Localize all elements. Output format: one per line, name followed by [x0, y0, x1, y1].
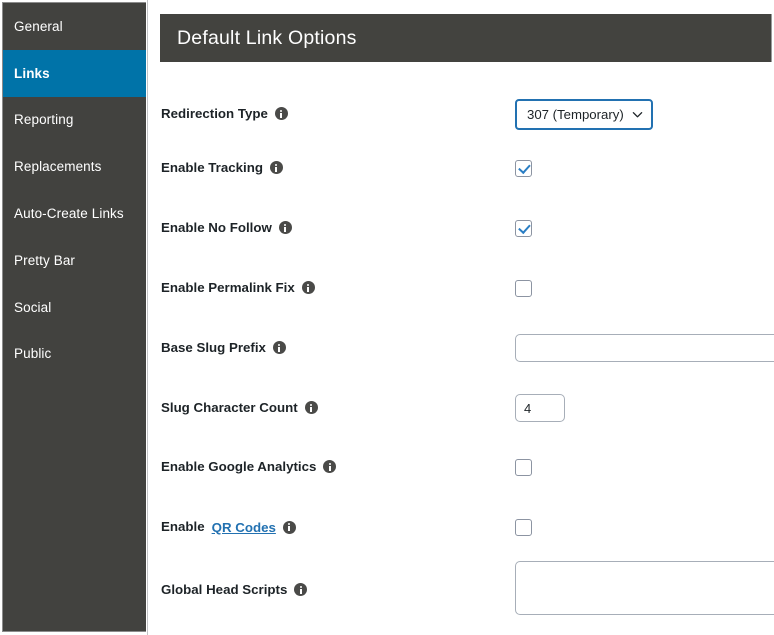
page-title: Default Link Options — [177, 26, 357, 49]
sidebar-item-pretty-bar[interactable]: Pretty Bar — [3, 237, 146, 284]
redirection-type-select[interactable]: 307 (Temporary) — [515, 98, 653, 130]
redirection-type-selected-value: 307 (Temporary) — [527, 106, 624, 122]
label-text: Slug Character Count — [161, 400, 298, 416]
form-row-global-head-scripts: Global Head Scripts — [148, 560, 774, 620]
global-head-scripts-control — [515, 560, 774, 620]
settings-sidebar: General Links Reporting Replacements Aut… — [2, 2, 146, 632]
label-text: Base Slug Prefix — [161, 340, 266, 356]
label-text: Enable No Follow — [161, 220, 272, 236]
form-row-enable-tracking: Enable Tracking — [148, 156, 774, 180]
label-text-prefix: Enable — [161, 519, 205, 535]
enable-permalink-fix-label: Enable Permalink Fix — [161, 280, 315, 296]
enable-qr-codes-control — [515, 518, 532, 536]
sidebar-item-label: Replacements — [14, 159, 102, 175]
info-icon[interactable] — [274, 107, 288, 121]
sidebar-item-label: Social — [14, 299, 52, 315]
label-text: Global Head Scripts — [161, 582, 288, 598]
base-slug-prefix-input[interactable] — [515, 334, 774, 362]
form-row-enable-permalink-fix: Enable Permalink Fix — [148, 276, 774, 300]
slug-character-count-input[interactable] — [515, 394, 565, 422]
label-text: Enable Google Analytics — [161, 459, 317, 475]
info-icon[interactable] — [278, 221, 292, 235]
sidebar-item-auto-create-links[interactable]: Auto-Create Links — [3, 190, 146, 237]
sidebar-item-social[interactable]: Social — [3, 284, 146, 331]
form-row-enable-no-follow: Enable No Follow — [148, 216, 774, 240]
info-icon[interactable] — [294, 583, 308, 597]
redirection-type-label: Redirection Type — [161, 106, 288, 122]
info-icon[interactable] — [272, 341, 286, 355]
form-row-redirection-type: Redirection Type 307 (Temporary) — [148, 92, 774, 136]
form-row-enable-google-analytics: Enable Google Analytics — [148, 455, 774, 479]
enable-tracking-control — [515, 159, 532, 177]
base-slug-prefix-label: Base Slug Prefix — [161, 340, 286, 356]
panel-header: Default Link Options — [160, 14, 772, 62]
enable-google-analytics-control — [515, 458, 532, 476]
settings-content-panel: Default Link Options Redirection Type 30… — [147, 0, 774, 635]
sidebar-item-label: Public — [14, 346, 52, 362]
enable-qr-codes-label: Enable QR Codes — [161, 520, 296, 535]
sidebar-item-replacements[interactable]: Replacements — [3, 143, 146, 190]
label-text: Enable Tracking — [161, 160, 263, 176]
slug-character-count-label: Slug Character Count — [161, 400, 318, 416]
enable-permalink-fix-control — [515, 279, 532, 297]
redirection-type-control: 307 (Temporary) — [515, 98, 653, 130]
sidebar-item-public[interactable]: Public — [3, 331, 146, 378]
qr-codes-link[interactable]: QR Codes — [212, 520, 276, 535]
label-text: Redirection Type — [161, 106, 268, 122]
global-head-scripts-label: Global Head Scripts — [161, 582, 308, 598]
settings-app: General Links Reporting Replacements Aut… — [0, 0, 774, 635]
sidebar-item-label: Pretty Bar — [14, 252, 76, 268]
enable-google-analytics-label: Enable Google Analytics — [161, 459, 337, 475]
info-icon[interactable] — [269, 161, 283, 175]
form-row-enable-qr-codes: Enable QR Codes — [148, 515, 774, 539]
info-icon[interactable] — [301, 281, 315, 295]
enable-permalink-fix-checkbox[interactable] — [515, 279, 532, 297]
enable-no-follow-label: Enable No Follow — [161, 220, 292, 236]
enable-google-analytics-checkbox[interactable] — [515, 458, 532, 476]
form-row-base-slug-prefix: Base Slug Prefix — [148, 332, 774, 364]
label-text: Enable Permalink Fix — [161, 280, 295, 296]
info-icon[interactable] — [323, 460, 337, 474]
enable-qr-codes-checkbox[interactable] — [515, 518, 532, 536]
info-icon[interactable] — [282, 520, 296, 534]
slug-character-count-control — [515, 394, 565, 422]
sidebar-item-label: Reporting — [14, 112, 74, 128]
sidebar-item-label: Auto-Create Links — [14, 206, 124, 222]
form-row-slug-character-count: Slug Character Count — [148, 392, 774, 424]
global-head-scripts-textarea[interactable] — [515, 560, 774, 615]
sidebar-item-links[interactable]: Links — [3, 49, 146, 97]
chevron-down-icon — [632, 109, 643, 120]
sidebar-item-reporting[interactable]: Reporting — [3, 97, 146, 144]
enable-tracking-checkbox[interactable] — [515, 159, 532, 177]
sidebar-item-general[interactable]: General — [3, 3, 146, 50]
enable-tracking-label: Enable Tracking — [161, 160, 283, 176]
info-icon[interactable] — [304, 401, 318, 415]
sidebar-item-label: General — [14, 18, 63, 34]
sidebar-item-label: Links — [14, 65, 50, 81]
enable-no-follow-checkbox[interactable] — [515, 219, 532, 237]
enable-no-follow-control — [515, 219, 532, 237]
base-slug-prefix-control — [515, 334, 774, 362]
default-link-options-form: Redirection Type 307 (Temporary) Enable … — [148, 70, 774, 635]
